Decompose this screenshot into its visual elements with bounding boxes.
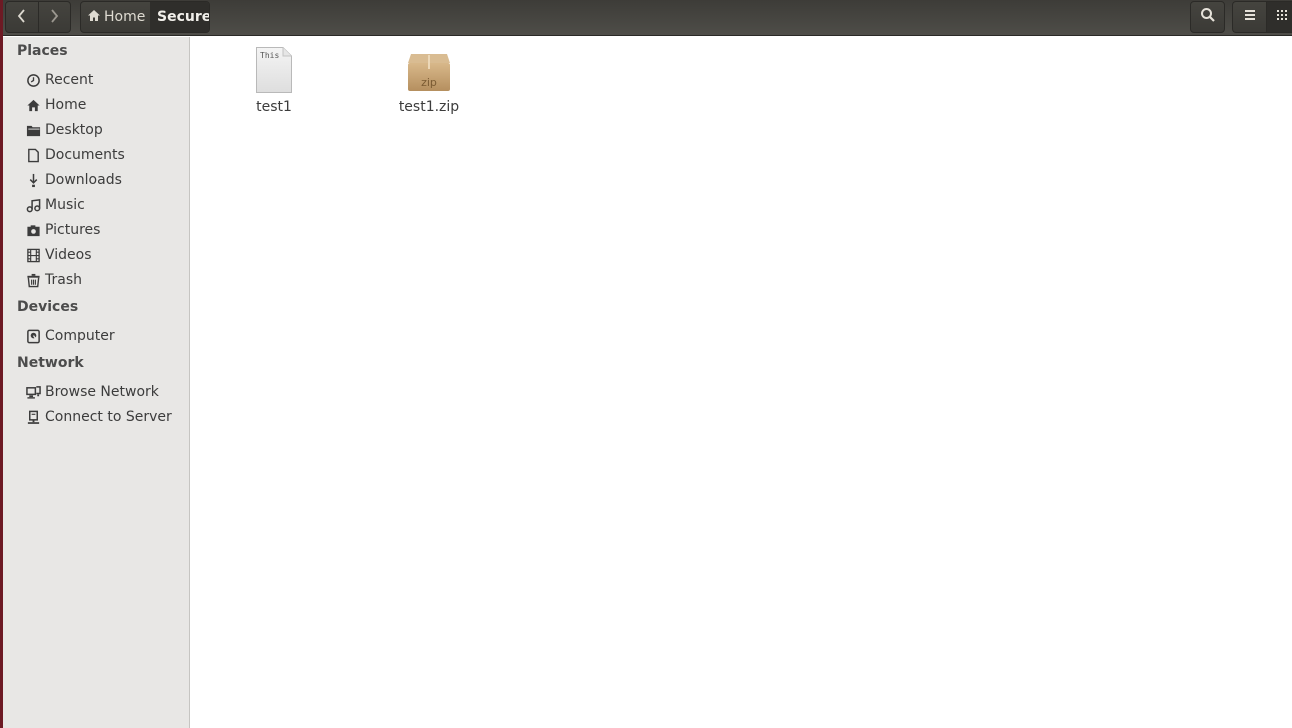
section-title-network: Network	[17, 355, 84, 371]
hamburger-menu-icon	[1242, 7, 1258, 27]
sidebar-item-connect-to-server[interactable]: Connect to Server	[25, 406, 172, 428]
sidebar-item-music[interactable]: Music	[25, 194, 85, 216]
grid-view-button[interactable]	[1266, 2, 1292, 32]
camera-icon	[25, 222, 41, 238]
network-icon	[25, 384, 41, 400]
sidebar-item-label: Home	[45, 97, 87, 113]
sidebar-item-label: Videos	[45, 247, 92, 263]
sidebar-item-pictures[interactable]: Pictures	[25, 219, 100, 241]
sidebar-item-desktop[interactable]: Desktop	[25, 119, 103, 141]
sidebar-item-label: Documents	[45, 147, 125, 163]
sidebar-item-label: Trash	[45, 272, 82, 288]
download-icon	[25, 172, 41, 188]
sidebar-item-label: Browse Network	[45, 384, 159, 400]
search-icon	[1200, 7, 1216, 27]
music-icon	[25, 197, 41, 213]
file-manager-window: Home Secure Places Recent Home Desktop D…	[0, 0, 1292, 728]
sidebar-item-label: Pictures	[45, 222, 101, 238]
list-view-button[interactable]	[1233, 2, 1266, 32]
window-edge	[0, 0, 3, 728]
file-view: This test1 zip test1.zip	[192, 37, 1292, 728]
clock-icon	[25, 72, 41, 88]
breadcrumb: Home Secure	[80, 1, 210, 33]
view-buttons	[1232, 1, 1292, 33]
breadcrumb-label: Home	[104, 9, 146, 25]
home-icon	[87, 9, 104, 26]
sidebar-item-computer[interactable]: Computer	[25, 325, 115, 347]
file-name: test1.zip	[398, 99, 460, 115]
sidebar-item-browse-network[interactable]: Browse Network	[25, 381, 159, 403]
sidebar-item-recent[interactable]: Recent	[25, 69, 93, 91]
zip-badge-text: zip	[421, 76, 437, 89]
file-name: test1	[256, 99, 292, 115]
breadcrumb-label: Secure	[157, 9, 210, 25]
sidebar-item-label: Desktop	[45, 122, 103, 138]
harddisk-icon	[25, 328, 41, 344]
file-item-test1[interactable]: This test1	[224, 45, 324, 115]
forward-button[interactable]	[37, 2, 70, 32]
sidebar-item-trash[interactable]: Trash	[25, 269, 82, 291]
sidebar: Places Recent Home Desktop Documents Dow…	[3, 37, 192, 728]
navigation-buttons	[5, 1, 71, 33]
header-bar: Home Secure	[0, 0, 1292, 36]
section-title-places: Places	[17, 43, 68, 59]
sidebar-item-downloads[interactable]: Downloads	[25, 169, 122, 191]
sidebar-item-label: Downloads	[45, 172, 122, 188]
sidebar-item-videos[interactable]: Videos	[25, 244, 92, 266]
breadcrumb-secure[interactable]: Secure	[150, 2, 210, 32]
sidebar-item-label: Computer	[45, 328, 115, 344]
file-preview-text: This	[260, 51, 279, 60]
server-icon	[25, 409, 41, 425]
sidebar-item-label: Music	[45, 197, 85, 213]
section-title-devices: Devices	[17, 299, 79, 315]
home-icon	[25, 97, 41, 113]
document-icon	[25, 147, 41, 163]
trash-icon	[25, 272, 41, 288]
search-button[interactable]	[1191, 2, 1224, 32]
zip-archive-icon: zip	[379, 45, 479, 93]
search-button-group	[1190, 1, 1225, 33]
back-button[interactable]	[6, 2, 38, 32]
chevron-left-icon	[16, 8, 28, 27]
grid-icon	[1274, 7, 1290, 27]
sidebar-item-home[interactable]: Home	[25, 94, 86, 116]
film-icon	[25, 247, 41, 263]
sidebar-item-documents[interactable]: Documents	[25, 144, 125, 166]
sidebar-item-label: Connect to Server	[45, 409, 172, 425]
file-item-test1-zip[interactable]: zip test1.zip	[379, 45, 479, 115]
text-file-icon: This	[224, 45, 324, 93]
sidebar-item-label: Recent	[45, 72, 94, 88]
folder-icon	[25, 122, 41, 138]
chevron-right-icon	[48, 8, 60, 27]
breadcrumb-home[interactable]: Home	[81, 2, 150, 32]
